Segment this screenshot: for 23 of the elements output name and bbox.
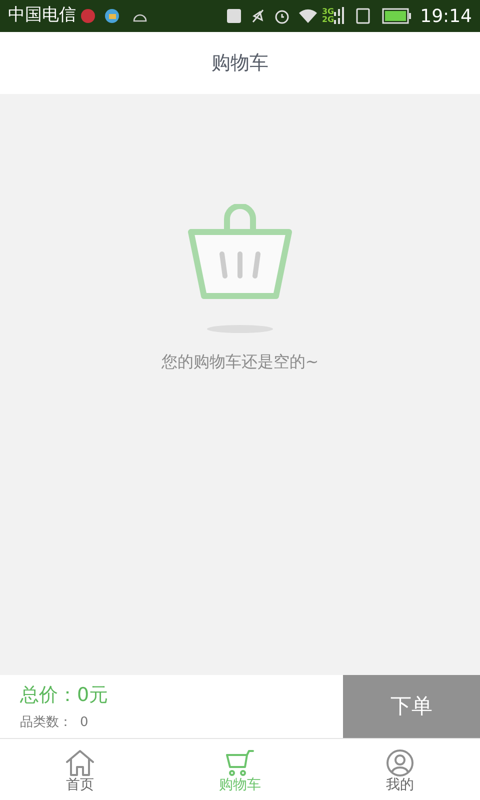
alarm-icon (274, 8, 290, 24)
app-badge-icon (80, 8, 96, 24)
empty-cart-message: 您的购物车还是空的~ (161, 351, 319, 373)
wifi-icon (298, 8, 318, 24)
nav-tab[interactable]: 我的 (320, 739, 480, 800)
total-price-value: 0元 (77, 682, 108, 708)
sim-card-icon (356, 8, 370, 24)
app-icon (104, 8, 120, 24)
clock-time: 19:14 (420, 4, 472, 28)
network-type: 2G (322, 16, 334, 24)
home-icon (65, 748, 95, 777)
user-icon (385, 748, 415, 777)
place-order-button[interactable]: 下单 (343, 675, 480, 738)
signal-icon (334, 7, 344, 25)
item-count-label: 品类数： (20, 714, 72, 732)
item-count-value: 0 (80, 714, 88, 732)
carrier-name: 中国电信 (8, 4, 76, 28)
nav-tab[interactable]: 首页 (0, 739, 160, 800)
total-price-label: 总价： (20, 682, 77, 708)
network-type: 3G (322, 8, 334, 16)
battery-icon (382, 8, 412, 24)
page-title: 购物车 (212, 50, 268, 76)
cart-icon (225, 748, 255, 777)
